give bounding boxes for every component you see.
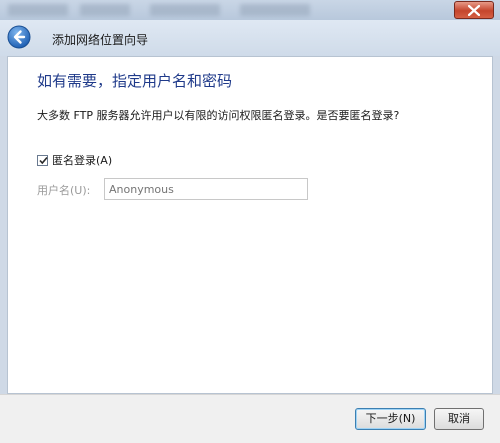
blurred-breadcrumb bbox=[80, 4, 130, 16]
blurred-breadcrumb bbox=[150, 4, 220, 16]
username-input[interactable] bbox=[104, 178, 308, 200]
back-button[interactable] bbox=[7, 25, 31, 49]
checkmark-icon bbox=[39, 156, 48, 164]
close-icon bbox=[468, 5, 480, 16]
anonymous-login-label: 匿名登录(A) bbox=[52, 154, 113, 167]
blurred-breadcrumb bbox=[240, 4, 310, 16]
wizard-footer: 下一步(N) 取消 bbox=[0, 394, 500, 443]
anonymous-login-row[interactable]: 匿名登录(A) bbox=[37, 152, 112, 168]
page-description: 大多数 FTP 服务器允许用户以有限的访问权限匿名登录。是否要匿名登录? bbox=[37, 109, 400, 122]
page-heading: 如有需要，指定用户名和密码 bbox=[37, 72, 233, 90]
wizard-title: 添加网络位置向导 bbox=[52, 33, 149, 47]
anonymous-login-checkbox[interactable] bbox=[37, 154, 48, 166]
wizard-header: 添加网络位置向导 bbox=[0, 20, 500, 56]
next-button[interactable]: 下一步(N) bbox=[355, 408, 426, 430]
wizard-content: 如有需要，指定用户名和密码 大多数 FTP 服务器允许用户以有限的访问权限匿名登… bbox=[7, 56, 493, 394]
blurred-breadcrumb bbox=[8, 4, 68, 16]
close-button[interactable] bbox=[454, 1, 494, 19]
wizard-window: 添加网络位置向导 如有需要，指定用户名和密码 大多数 FTP 服务器允许用户以有… bbox=[0, 0, 500, 443]
username-label: 用户名(U): bbox=[37, 184, 91, 197]
back-arrow-icon bbox=[7, 25, 31, 49]
title-bar bbox=[0, 0, 500, 20]
cancel-button[interactable]: 取消 bbox=[434, 408, 484, 430]
